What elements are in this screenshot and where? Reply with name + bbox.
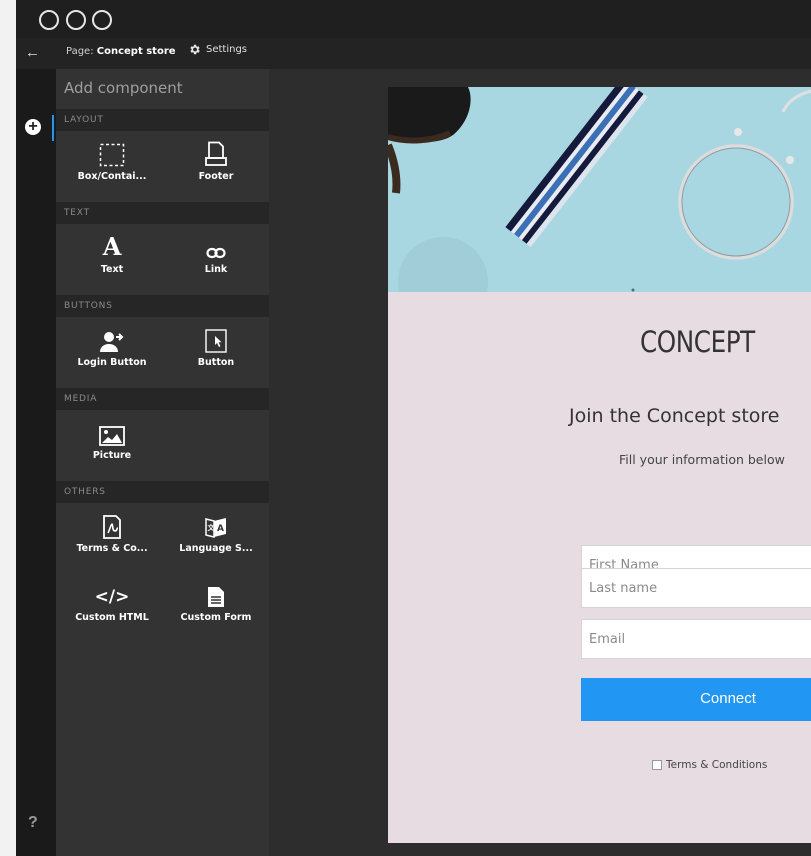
page-preview: CONCEPT Join the Concept store Fill your… bbox=[388, 87, 811, 843]
code-icon: </> bbox=[94, 587, 130, 607]
terms-checkbox[interactable] bbox=[652, 760, 662, 770]
active-indicator bbox=[52, 115, 54, 141]
connect-label: Connect bbox=[700, 690, 756, 707]
form-document-icon bbox=[170, 582, 262, 608]
picture-icon bbox=[66, 420, 158, 446]
component-link[interactable]: Link bbox=[170, 234, 262, 275]
component-label: Custom HTML bbox=[75, 612, 149, 623]
component-label: Text bbox=[100, 264, 124, 275]
component-terms[interactable]: Terms & Co... bbox=[66, 513, 158, 554]
app-window: ← Page: Concept store Settings + ? Add c… bbox=[16, 0, 811, 856]
component-language-selector[interactable]: A文 Language S... bbox=[170, 513, 262, 554]
component-custom-html[interactable]: </> Custom HTML bbox=[66, 582, 158, 623]
svg-text:文: 文 bbox=[208, 523, 216, 532]
editor-toolbar: ← Page: Concept store Settings bbox=[16, 38, 811, 69]
arrow-left-icon[interactable]: ← bbox=[25, 44, 40, 62]
page-subheading: Fill your information below bbox=[619, 452, 785, 467]
window-control-circle[interactable] bbox=[39, 10, 59, 30]
terms-checkbox-row[interactable]: Terms & Conditions bbox=[652, 759, 767, 771]
window-control-circle[interactable] bbox=[92, 10, 112, 30]
section-layout: LAYOUT bbox=[56, 109, 269, 131]
component-label: Login Button bbox=[77, 357, 147, 368]
component-label: Language S... bbox=[179, 543, 253, 554]
component-label: Box/Contai... bbox=[77, 171, 147, 182]
title-bar bbox=[16, 0, 811, 38]
document-sign-icon bbox=[66, 513, 158, 539]
section-buttons: BUTTONS bbox=[56, 295, 269, 317]
component-label: Custom Form bbox=[180, 612, 252, 623]
editor-canvas: CONCEPT Join the Concept store Fill your… bbox=[269, 69, 811, 856]
settings-label: Settings bbox=[206, 44, 248, 55]
add-component-tab[interactable]: + bbox=[16, 115, 56, 141]
page-name[interactable]: Concept store bbox=[97, 46, 176, 57]
footer-icon bbox=[170, 141, 262, 167]
component-label: Button bbox=[197, 357, 235, 368]
component-login-button[interactable]: Login Button bbox=[66, 327, 158, 368]
settings-button[interactable]: Settings bbox=[188, 43, 247, 56]
brand-logo: CONCEPT bbox=[640, 325, 755, 359]
section-text: TEXT bbox=[56, 202, 269, 224]
left-rail: + ? bbox=[16, 69, 56, 856]
email-field[interactable] bbox=[581, 619, 811, 659]
page-heading: Join the Concept store bbox=[569, 405, 780, 427]
component-custom-form[interactable]: Custom Form bbox=[170, 582, 262, 623]
section-media: MEDIA bbox=[56, 388, 269, 410]
section-others: OTHERS bbox=[56, 481, 269, 503]
component-label: Terms & Co... bbox=[76, 543, 148, 554]
dashed-box-icon bbox=[66, 141, 158, 167]
user-login-icon bbox=[66, 327, 158, 353]
panel-title: Add component bbox=[64, 79, 183, 97]
gear-icon bbox=[190, 44, 200, 55]
component-text[interactable]: A Text bbox=[66, 232, 158, 276]
component-label: Link bbox=[204, 264, 228, 275]
page-label: Page: Concept store bbox=[66, 46, 176, 57]
window-control-circle[interactable] bbox=[66, 10, 86, 30]
component-button[interactable]: Button bbox=[170, 327, 262, 368]
translate-icon: A文 bbox=[170, 513, 262, 539]
component-label: Footer bbox=[198, 171, 234, 182]
hero-image bbox=[388, 87, 811, 327]
component-picture[interactable]: Picture bbox=[66, 420, 158, 461]
help-button[interactable]: ? bbox=[28, 814, 38, 832]
last-name-field[interactable] bbox=[581, 568, 811, 608]
component-footer[interactable]: Footer bbox=[170, 141, 262, 182]
connect-button[interactable]: Connect bbox=[581, 678, 811, 721]
page-label-prefix: Page: bbox=[66, 46, 97, 57]
component-label: Picture bbox=[92, 450, 132, 461]
svg-text:A: A bbox=[217, 524, 224, 534]
add-component-panel: Add component LAYOUT Box/Contai... Foote… bbox=[56, 69, 269, 856]
letter-a-icon: A bbox=[102, 232, 122, 261]
link-icon bbox=[170, 234, 262, 260]
terms-label: Terms & Conditions bbox=[666, 759, 768, 771]
button-cursor-icon bbox=[170, 327, 262, 353]
plus-circle-icon: + bbox=[25, 119, 41, 135]
component-box-container[interactable]: Box/Contai... bbox=[66, 141, 158, 182]
